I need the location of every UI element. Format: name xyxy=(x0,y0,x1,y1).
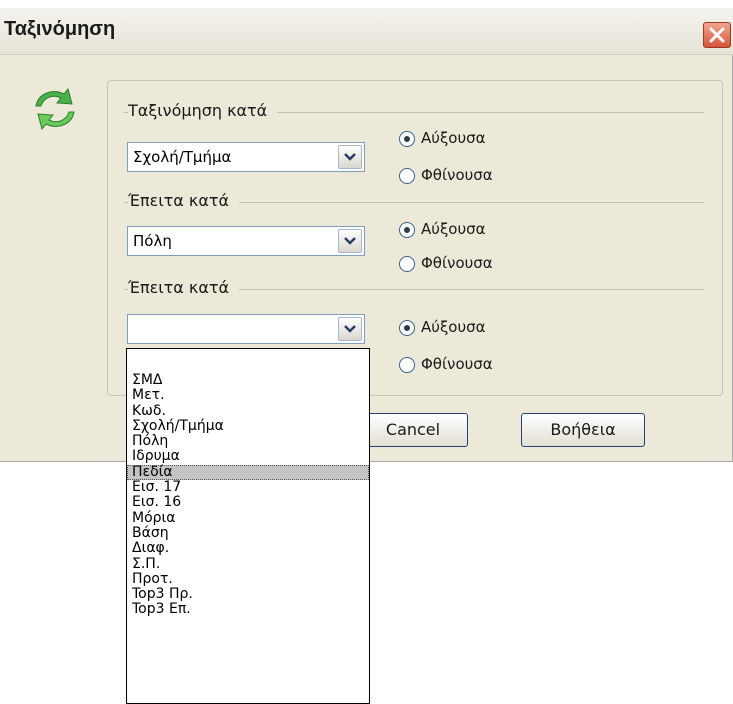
ascending-label: Αύξουσα xyxy=(421,318,486,336)
then-by-combo-2[interactable] xyxy=(127,314,365,344)
dropdown-option[interactable]: Σ.Π. xyxy=(127,556,369,572)
dropdown-option[interactable]: Πόλη xyxy=(127,433,369,449)
descending-label: Φθίνουσα xyxy=(421,355,493,373)
then-by-combo-1[interactable]: Πόλη xyxy=(127,226,365,256)
then-by-1-value: Πόλη xyxy=(133,232,172,250)
then-by-2-dropdown-list[interactable]: ΣΜΔ Μετ. Κωδ. Σχολή/Τμήμα Πόλη Ιδρυμα Πεδία Εισ… xyxy=(126,348,370,704)
dropdown-option[interactable]: Σχολή/Τμήμα xyxy=(127,418,369,434)
sort-by-value: Σχολή/Τμήμα xyxy=(133,148,232,166)
dropdown-option[interactable]: Βάση xyxy=(127,525,369,541)
dropdown-option[interactable]: Μόρια xyxy=(127,510,369,526)
dropdown-option[interactable]: Top3 Επ. xyxy=(127,602,369,618)
ascending-label: Αύξουσα xyxy=(421,129,486,147)
chevron-down-icon xyxy=(344,237,356,245)
section-3-label: Έπειτα κατά xyxy=(128,278,240,297)
section-1-label: Ταξινόμηση κατά xyxy=(128,101,278,120)
chevron-down-icon xyxy=(344,153,356,161)
refresh-icon xyxy=(35,87,75,131)
help-button[interactable]: Βοήθεια xyxy=(521,413,645,447)
dropdown-option[interactable]: Εισ. 17 xyxy=(127,479,369,495)
dropdown-option[interactable]: Προτ. xyxy=(127,571,369,587)
close-button[interactable] xyxy=(703,22,731,48)
descending-label: Φθίνουσα xyxy=(421,254,493,272)
then-by-1-dropdown-button[interactable] xyxy=(338,229,362,253)
dropdown-option[interactable]: Ιδρυμα xyxy=(127,449,369,465)
ascending-label: Αύξουσα xyxy=(421,220,486,238)
cancel-button[interactable]: Cancel xyxy=(358,413,468,447)
dropdown-option[interactable]: Top3 Πρ. xyxy=(127,586,369,602)
then-by-2-dropdown-button[interactable] xyxy=(338,317,362,341)
dropdown-option[interactable] xyxy=(127,349,369,373)
title-bar[interactable]: Ταξινόμηση xyxy=(0,8,733,55)
dropdown-option[interactable]: Κωδ. xyxy=(127,403,369,419)
descending-label: Φθίνουσα xyxy=(421,166,493,184)
section-2-label: Έπειτα κατά xyxy=(128,191,240,210)
dropdown-option[interactable]: Διαφ. xyxy=(127,540,369,556)
dropdown-option[interactable]: Μετ. xyxy=(127,387,369,403)
dropdown-option[interactable]: Πεδία xyxy=(127,464,369,481)
close-icon xyxy=(709,27,725,43)
radio-selected-dot xyxy=(404,325,410,331)
sort-by-combo[interactable]: Σχολή/Τμήμα xyxy=(127,142,365,172)
sort-by-dropdown-button[interactable] xyxy=(338,145,362,169)
radio-selected-dot xyxy=(404,227,410,233)
chevron-down-icon xyxy=(344,325,356,333)
dropdown-option[interactable]: Εισ. 16 xyxy=(127,495,369,511)
radio-selected-dot xyxy=(404,136,410,142)
window-title: Ταξινόμηση xyxy=(4,18,116,40)
dropdown-option[interactable]: ΣΜΔ xyxy=(127,372,369,388)
